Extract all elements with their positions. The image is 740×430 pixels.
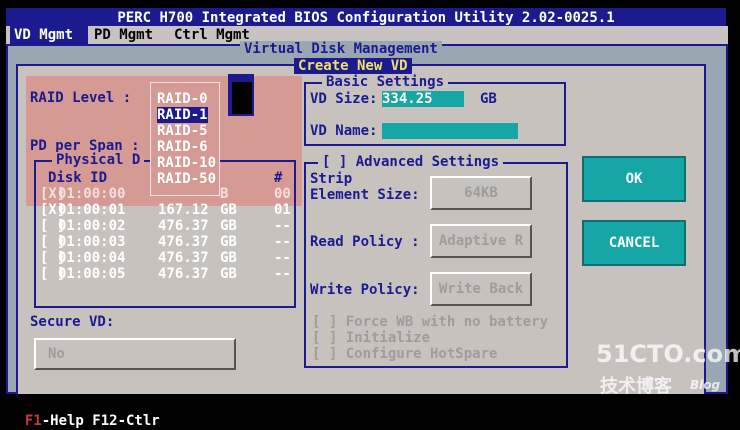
configure-hotspare-checkbox[interactable]: [ ] Configure HotSpare — [312, 346, 497, 362]
disk-span-number: -- — [274, 218, 291, 234]
menu-pd-mgmt[interactable]: PD Mgmt — [94, 26, 153, 44]
force-wb-checkbox[interactable]: [ ] Force WB with no battery — [312, 314, 548, 330]
disk-span-number: 01 — [274, 202, 291, 218]
read-policy-select[interactable]: Adaptive R — [430, 224, 532, 258]
status-help-text: -Help F12-Ctlr — [41, 413, 160, 429]
menu-vd-mgmt[interactable]: VD Mgmt — [10, 26, 88, 44]
raid-option-0[interactable]: RAID-0 — [157, 91, 208, 107]
watermark-site: 51CTO.com — [596, 340, 740, 368]
vd-size-label: VD Size: — [310, 91, 378, 107]
watermark-sub: 技术博客 — [600, 376, 672, 397]
disk-num-header: # — [274, 170, 283, 186]
disk-size-unit: GB — [220, 218, 237, 234]
f1-key: F1 — [24, 413, 42, 429]
strip-size-select[interactable]: 64KB — [430, 176, 532, 210]
vd-size-input[interactable]: 334.25 — [382, 91, 464, 107]
raid-option-10[interactable]: RAID-10 — [157, 155, 216, 171]
raid-option-1[interactable]: RAID-1 — [157, 107, 208, 123]
element-size-label: Element Size: — [310, 187, 420, 203]
menu-ctrl-mgmt[interactable]: Ctrl Mgmt — [174, 26, 250, 44]
read-policy-label: Read Policy : — [310, 234, 420, 250]
disk-size: 476.37 — [158, 218, 209, 234]
disk-span-number: -- — [274, 234, 291, 250]
disk-span-number: -- — [274, 266, 291, 282]
disk-id: 01:00:02 — [58, 218, 126, 234]
raid-option-5[interactable]: RAID-5 — [157, 123, 208, 139]
strip-label: Strip — [310, 171, 353, 187]
initialize-checkbox[interactable]: [ ] Initialize — [312, 330, 430, 346]
cancel-button[interactable]: CANCEL — [582, 220, 686, 266]
physical-disks-title: Physical D — [52, 152, 145, 168]
create-new-vd-title: Create New VD — [294, 58, 412, 74]
disk-size-unit: GB — [220, 250, 237, 266]
app-title: PERC H700 Integrated BIOS Configuration … — [6, 8, 726, 28]
ok-button[interactable]: OK — [582, 156, 686, 202]
disk-span-number: 00 — [274, 186, 291, 202]
virtual-disk-management-title: Virtual Disk Management — [240, 41, 442, 57]
advanced-settings-checkbox[interactable]: [ ] Advanced Settings — [318, 154, 504, 170]
disk-size-unit: B — [220, 186, 229, 202]
vd-name-input[interactable] — [382, 123, 518, 139]
disk-id: 01:00:00 — [58, 186, 126, 202]
raid-option-50[interactable]: RAID-50 — [157, 171, 216, 187]
disk-size: 476.37 — [158, 250, 209, 266]
raid-option-6[interactable]: RAID-6 — [157, 139, 208, 155]
watermark-blog: Blog — [690, 378, 721, 392]
disk-id: 01:00:01 — [58, 202, 126, 218]
disk-size: 167.12 — [158, 202, 209, 218]
secure-vd-select[interactable]: No — [34, 338, 236, 370]
disk-size: 476.37 — [158, 234, 209, 250]
raid-level-field-inner — [232, 82, 252, 114]
raid-level-dropdown[interactable]: RAID-0 RAID-1 RAID-5 RAID-6 RAID-10 RAID… — [150, 82, 220, 196]
disk-id: 01:00:03 — [58, 234, 126, 250]
write-policy-label: Write Policy: — [310, 282, 420, 298]
disk-id-header: Disk ID — [48, 170, 108, 186]
raid-level-label: RAID Level : — [30, 90, 132, 106]
vd-name-label: VD Name: — [310, 123, 378, 139]
disk-id: 01:00:04 — [58, 250, 126, 266]
vd-size-unit: GB — [480, 91, 497, 107]
disk-size-unit: GB — [220, 234, 237, 250]
basic-settings-title: Basic Settings — [322, 74, 449, 90]
disk-size-unit: GB — [220, 266, 237, 282]
disk-span-number: -- — [274, 250, 291, 266]
secure-vd-label: Secure VD: — [30, 314, 115, 330]
disk-size-unit: GB — [220, 202, 237, 218]
write-policy-select[interactable]: Write Back — [430, 272, 532, 306]
disk-id: 01:00:05 — [58, 266, 126, 282]
disk-size: 476.37 — [158, 266, 209, 282]
